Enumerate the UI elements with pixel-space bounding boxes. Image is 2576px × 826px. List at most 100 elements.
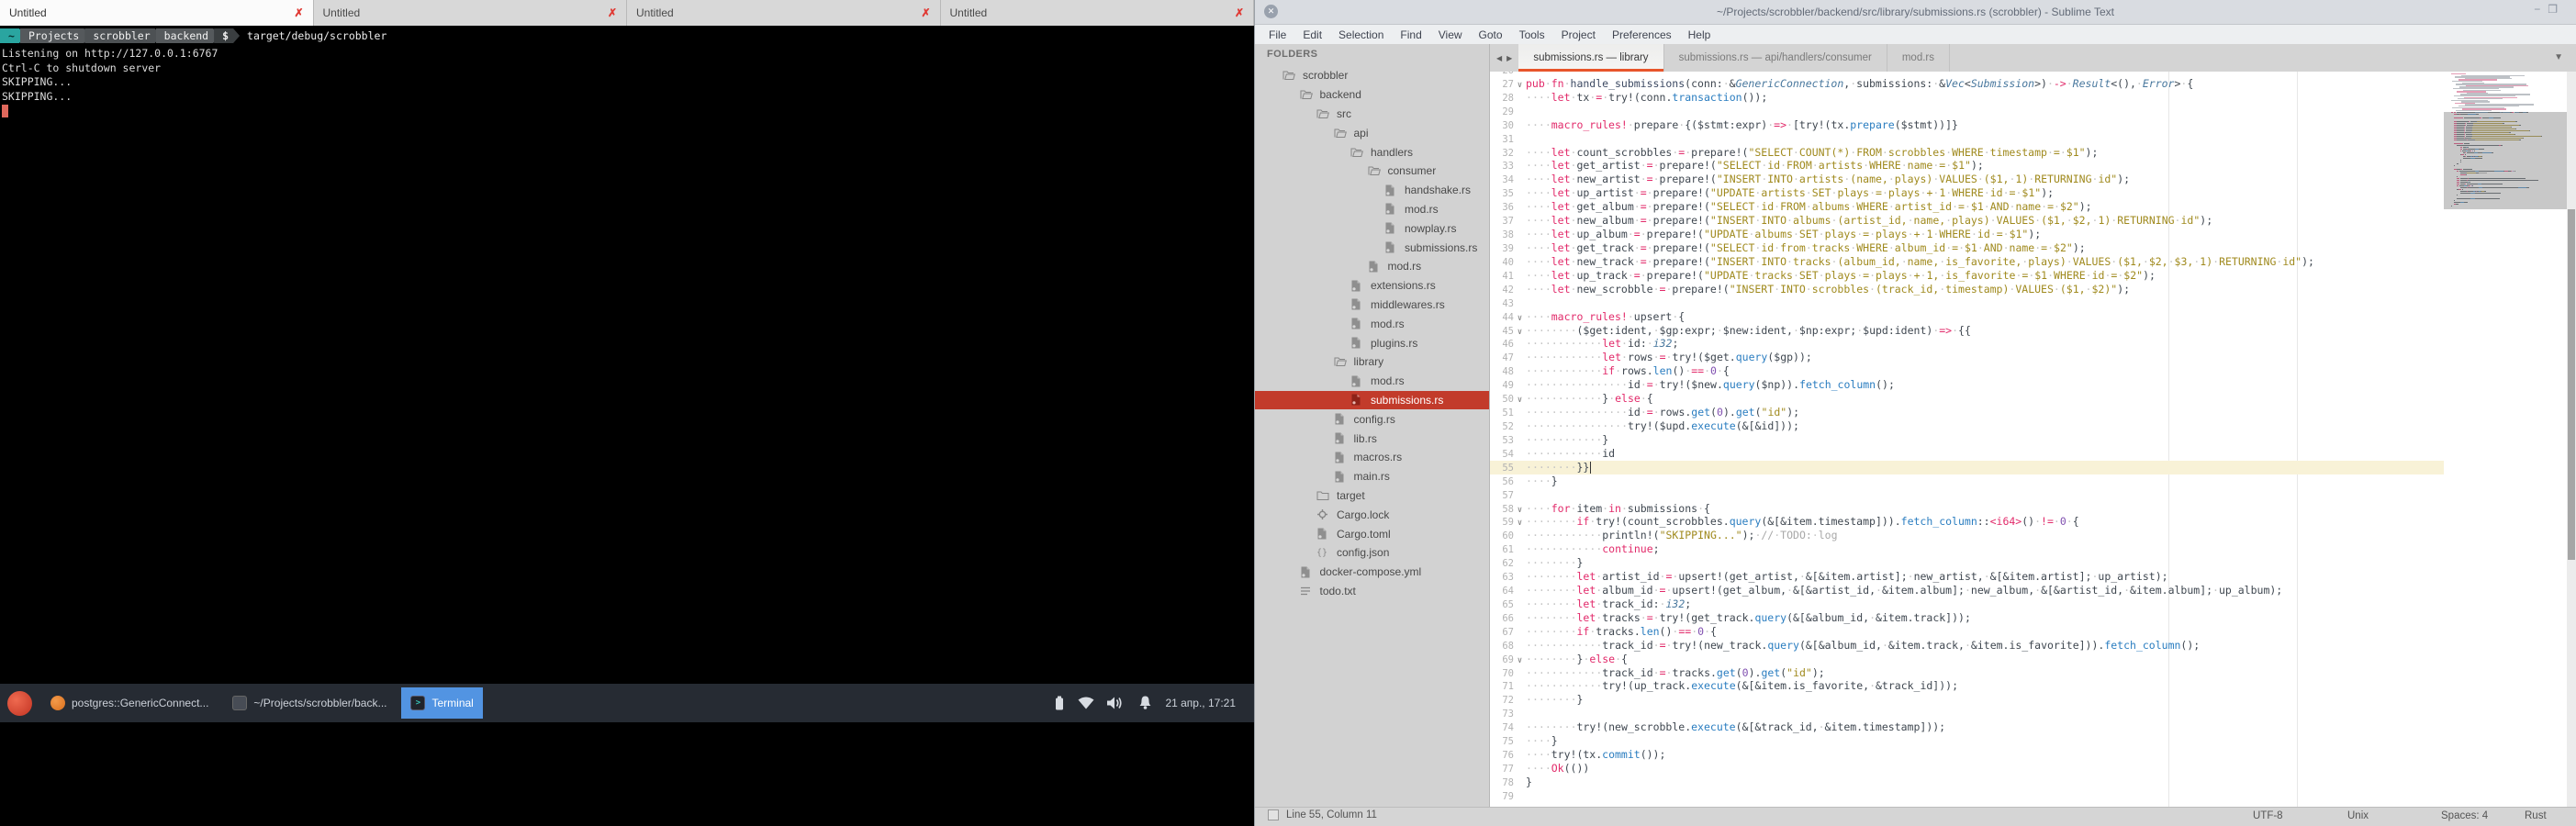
tree-item-config-rs[interactable]: config.rs [1255, 409, 1489, 429]
code-line[interactable]: 72········} [1490, 693, 2444, 707]
code-line[interactable]: 38····let·up_album·=·prepare!("UPDATE·al… [1490, 228, 2444, 241]
tree-item-src[interactable]: src [1255, 105, 1489, 124]
tree-item-lib-rs[interactable]: lib.rs [1255, 429, 1489, 448]
code-line[interactable]: 79 [1490, 789, 2444, 803]
code-line[interactable]: 42····let·new_scrobble·=·prepare!("INSER… [1490, 283, 2444, 296]
code-line[interactable]: 46············let·id:·i32; [1490, 337, 2444, 351]
code-line[interactable]: 40····let·new_track·=·prepare!("INSERT·I… [1490, 255, 2444, 269]
code-line[interactable]: 39····let·get_track·=·prepare!("SELECT·i… [1490, 241, 2444, 255]
tree-item-handlers[interactable]: handlers [1255, 142, 1489, 162]
code-line[interactable]: 33····let·get_artist·=·prepare!("SELECT·… [1490, 159, 2444, 173]
tab-scroll-right-icon[interactable]: ▶ [1506, 54, 1512, 62]
taskbar-window-button[interactable]: >Terminal [401, 687, 482, 719]
wifi-icon[interactable] [1078, 697, 1094, 709]
caret-position[interactable]: Line 55, Column 11 [1286, 809, 1377, 820]
terminal-tab[interactable]: Untitled✗ [627, 0, 941, 26]
tree-item-docker-compose-yml[interactable]: docker-compose.yml [1255, 563, 1489, 582]
title-bar[interactable]: ✕ ~/Projects/scrobbler/backend/src/libra… [1255, 0, 2576, 25]
tree-item-main-rs[interactable]: main.rs [1255, 467, 1489, 486]
taskbar-window-button[interactable]: postgres::GenericConnect... [41, 687, 218, 719]
tree-item-macros-rs[interactable]: macros.rs [1255, 448, 1489, 467]
code-line[interactable]: 53············} [1490, 433, 2444, 447]
code-line[interactable]: 49················id·=·try!($new.query($… [1490, 378, 2444, 392]
close-icon[interactable]: ✗ [608, 6, 617, 19]
menu-project[interactable]: Project [1553, 28, 1604, 41]
tree-item-handshake-rs[interactable]: handshake.rs [1255, 181, 1489, 200]
code-line[interactable]: 35····let·up_artist·=·prepare!("UPDATE·a… [1490, 186, 2444, 200]
menu-find[interactable]: Find [1392, 28, 1429, 41]
tree-item-mod-rs[interactable]: mod.rs [1255, 372, 1489, 391]
close-icon[interactable]: ✗ [1235, 6, 1244, 19]
window-close-icon[interactable]: ✕ [1264, 5, 1278, 18]
notifications-bell-icon[interactable] [1138, 696, 1152, 710]
tree-item-scrobbler[interactable]: scrobbler [1255, 66, 1489, 85]
menu-preferences[interactable]: Preferences [1604, 28, 1680, 41]
code-line[interactable]: 41····let·up_track·=·prepare!("UPDATE·tr… [1490, 269, 2444, 283]
code-line[interactable]: 63········let·artist_id·=·upsert!(get_ar… [1490, 570, 2444, 584]
tree-item-todo-txt[interactable]: todo.txt [1255, 582, 1489, 601]
tree-item-library[interactable]: library [1255, 352, 1489, 372]
code-line[interactable]: 58∨····for·item·in·submissions·{ [1490, 502, 2444, 516]
code-line[interactable]: 54············id [1490, 447, 2444, 461]
tree-item-consumer[interactable]: consumer [1255, 162, 1489, 181]
tree-item-mod-rs[interactable]: mod.rs [1255, 200, 1489, 219]
code-editor[interactable]: 2627∨pub·fn·handle_submissions(conn:·&Ge… [1490, 72, 2576, 808]
tree-item-target[interactable]: target [1255, 486, 1489, 506]
code-line[interactable]: 78} [1490, 776, 2444, 789]
volume-icon[interactable] [1107, 697, 1126, 709]
code-line[interactable]: 52················try!($upd.execute(&[&i… [1490, 419, 2444, 433]
status-rust[interactable]: Rust [2525, 810, 2547, 821]
code-line[interactable]: 74········try!(new_scrobble.execute(&[&t… [1490, 720, 2444, 734]
code-line[interactable]: 71············try!(up_track.execute(&[&i… [1490, 679, 2444, 693]
code-line[interactable]: 34····let·new_artist·=·prepare!("INSERT·… [1490, 173, 2444, 186]
code-line[interactable]: 51················id·=·rows.get(0).get("… [1490, 406, 2444, 419]
tree-item-nowplay-rs[interactable]: nowplay.rs [1255, 218, 1489, 238]
code-line[interactable]: 30····macro_rules!·prepare·{($stmt:expr)… [1490, 118, 2444, 132]
tree-item-middlewares-rs[interactable]: middlewares.rs [1255, 296, 1489, 315]
code-line[interactable]: 77····Ok(()) [1490, 762, 2444, 776]
taskbar-window-button[interactable]: ~/Projects/scrobbler/back... [223, 687, 396, 719]
code-line[interactable]: 75····} [1490, 734, 2444, 748]
terminal-screen[interactable]: ~ Projectsscrobblerbackend $ target/debu… [0, 26, 1254, 684]
code-line[interactable]: 64········let·album_id·=·upsert!(get_alb… [1490, 584, 2444, 597]
tree-item-config-json[interactable]: {}config.json [1255, 543, 1489, 563]
tree-item-Cargo-lock[interactable]: Cargo.lock [1255, 505, 1489, 524]
code-line[interactable]: 27∨pub·fn·handle_submissions(conn:·&Gene… [1490, 77, 2444, 91]
tree-item-submissions-rs[interactable]: submissions.rs [1255, 391, 1489, 410]
code-line[interactable]: 61············continue; [1490, 542, 2444, 556]
code-line[interactable]: 55········}} [1490, 461, 2444, 474]
menu-edit[interactable]: Edit [1294, 28, 1330, 41]
editor-tab[interactable]: submissions.rs — library [1518, 44, 1663, 72]
code-line[interactable]: 67········if·tracks.len()·==·0·{ [1490, 625, 2444, 639]
terminal-tab[interactable]: Untitled✗ [0, 0, 314, 26]
code-line[interactable]: 29 [1490, 105, 2444, 118]
code-line[interactable]: 48············if·rows.len()·==·0·{ [1490, 364, 2444, 378]
window-controls[interactable]: −❐ [2534, 3, 2565, 16]
terminal-tab[interactable]: Untitled✗ [941, 0, 1255, 26]
menu-help[interactable]: Help [1680, 28, 1719, 41]
terminal-tab[interactable]: Untitled✗ [314, 0, 628, 26]
tree-item-backend[interactable]: backend [1255, 85, 1489, 105]
code-line[interactable]: 65········let·track_id:·i32; [1490, 597, 2444, 611]
code-line[interactable]: 73 [1490, 707, 2444, 720]
code-line[interactable]: 56····} [1490, 474, 2444, 488]
editor-scrollbar[interactable] [2567, 72, 2576, 808]
menu-tools[interactable]: Tools [1511, 28, 1553, 41]
editor-tab[interactable]: mod.rs [1887, 44, 1950, 72]
tab-scroll-arrows[interactable]: ◀▶ [1490, 44, 1518, 72]
editor-tab[interactable]: submissions.rs — api/handlers/consumer [1664, 44, 1887, 72]
code-line[interactable]: 47············let·rows·=·try!($get.query… [1490, 351, 2444, 364]
code-line[interactable]: 37····let·new_album·=·prepare!("INSERT·I… [1490, 214, 2444, 228]
code-line[interactable]: 69∨········}·else·{ [1490, 653, 2444, 666]
menu-selection[interactable]: Selection [1330, 28, 1392, 41]
tree-item-extensions-rs[interactable]: extensions.rs [1255, 276, 1489, 296]
minimap[interactable] [2444, 72, 2567, 808]
close-icon[interactable]: ✗ [921, 6, 930, 19]
code-line[interactable]: 76····try!(tx.commit()); [1490, 748, 2444, 762]
code-line[interactable]: 60············println!("SKIPPING...");·/… [1490, 529, 2444, 542]
menu-view[interactable]: View [1430, 28, 1471, 41]
code-line[interactable]: 31 [1490, 132, 2444, 146]
status-spaces-4[interactable]: Spaces: 4 [2441, 810, 2488, 821]
app-launcher-icon[interactable] [7, 691, 32, 716]
scrollbar-thumb[interactable] [2568, 209, 2575, 560]
